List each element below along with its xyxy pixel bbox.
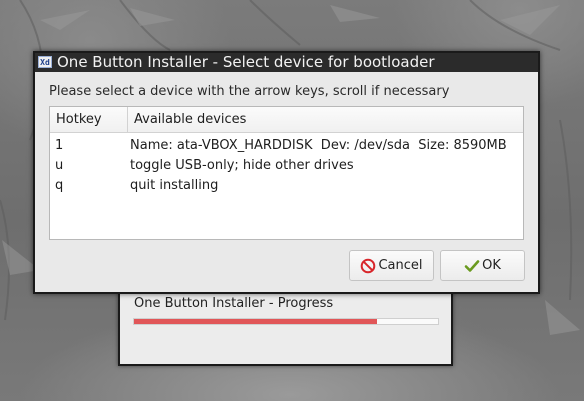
window-app-icon: Xd (38, 56, 52, 68)
list-item[interactable]: 1 Name: ata-VBOX_HARDDISK Dev: /dev/sda … (50, 136, 523, 156)
device-description: toggle USB-only; hide other drives (130, 158, 354, 173)
ok-button[interactable]: OK (440, 250, 525, 281)
device-list[interactable]: Hotkey Available devices 1 Name: ata-VBO… (49, 106, 524, 240)
device-description: quit installing (130, 178, 219, 193)
ok-button-label: OK (482, 258, 501, 273)
progress-bar-fill (134, 319, 378, 324)
dialog-titlebar[interactable]: Xd One Button Installer - Select device … (35, 53, 538, 72)
progress-window: One Button Installer - Progress (118, 288, 453, 366)
hotkey-cell: u (55, 158, 64, 173)
select-device-dialog: Xd One Button Installer - Select device … (33, 51, 540, 294)
dialog-title: One Button Installer - Select device for… (57, 53, 435, 71)
column-header-hotkey[interactable]: Hotkey (50, 107, 128, 132)
instructions-text: Please select a device with the arrow ke… (49, 84, 450, 99)
column-header-devices[interactable]: Available devices (128, 107, 246, 132)
cancel-button-label: Cancel (378, 258, 423, 273)
cancel-icon (360, 258, 376, 274)
progress-bar (133, 318, 439, 325)
progress-window-title: One Button Installer - Progress (134, 296, 334, 311)
hotkey-cell: 1 (55, 138, 64, 153)
device-description: Name: ata-VBOX_HARDDISK Dev: /dev/sda Si… (130, 138, 507, 153)
list-item[interactable]: u toggle USB-only; hide other drives (50, 156, 523, 176)
cancel-button[interactable]: Cancel (349, 250, 434, 281)
list-item[interactable]: q quit installing (50, 176, 523, 196)
hotkey-cell: q (55, 178, 64, 193)
checkmark-icon (464, 258, 480, 274)
device-list-header: Hotkey Available devices (50, 107, 523, 133)
